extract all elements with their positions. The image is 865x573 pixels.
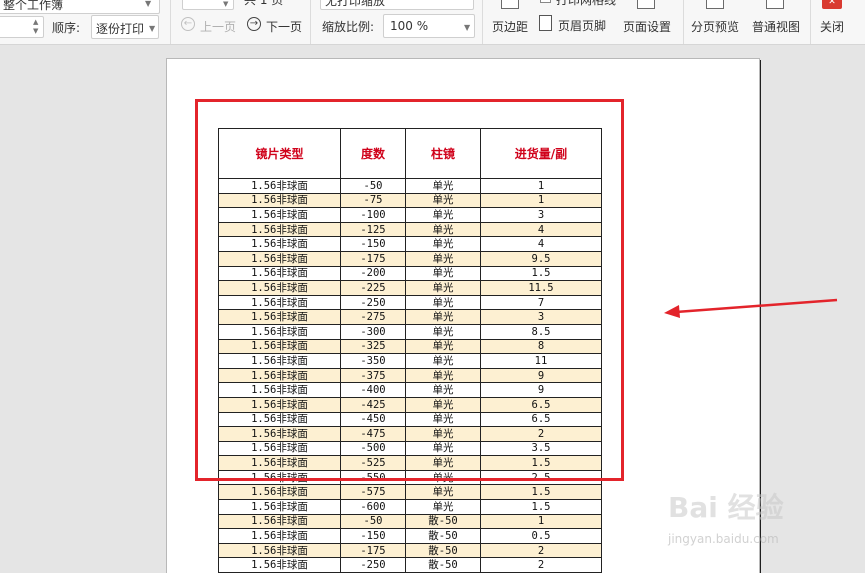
order-select[interactable]: 逐份打印 ▼	[91, 15, 159, 39]
order-label: 顺序:	[52, 21, 81, 35]
watermark-logo: Bai 经验	[668, 491, 784, 524]
page-break-preview-label: 分页预览	[691, 20, 740, 34]
cell-power: -175	[340, 542, 406, 559]
page-setup-icon	[637, 0, 655, 9]
cell-lens-type: 1.56非球面	[218, 528, 341, 544]
cell-quantity: 2	[480, 542, 602, 559]
cell-cylinder: 单光	[405, 484, 481, 501]
print-gridlines-label: 打印网格线	[556, 0, 617, 7]
close-label: 关闭	[820, 20, 845, 34]
order-value: 逐份打印	[96, 22, 145, 36]
checkbox-icon	[540, 0, 551, 3]
page-number-stepper[interactable]: ▼	[182, 0, 234, 10]
next-page-button[interactable]: 下一页	[266, 18, 302, 35]
watermark-url: jingyan.baidu.com	[668, 532, 779, 546]
toolbar-separator	[810, 0, 811, 44]
prev-page-icon[interactable]: ←	[181, 17, 195, 31]
page-setup-label: 页面设置	[623, 20, 672, 34]
header-footer-icon	[539, 15, 552, 31]
cell-cylinder: 散-50	[405, 557, 481, 573]
margins-icon	[501, 0, 519, 9]
toolbar-separator	[170, 0, 171, 44]
cell-power: -575	[340, 484, 406, 501]
table-row: 1.56非球面 -175 散-50 2	[218, 542, 602, 559]
toolbar-separator	[683, 0, 684, 44]
baidu-jingyan-watermark: Bai 经验 jingyan.baidu.com	[668, 486, 828, 566]
print-scope-value: 整个工作簿	[3, 0, 64, 12]
table-row: 1.56非球面 -150 散-50 0.5	[218, 528, 602, 544]
table-row: 1.56非球面 -600 单光 1.5	[218, 499, 602, 515]
cell-quantity: 1.5	[480, 499, 602, 515]
table-row: 1.56非球面 -250 散-50 2	[218, 557, 602, 573]
toolbar-separator	[310, 0, 311, 44]
table-row: 1.56非球面 -50 散-50 1	[218, 513, 602, 530]
close-icon: ✕	[822, 0, 842, 9]
cell-quantity: 0.5	[480, 528, 602, 544]
spin-up-icon[interactable]: ▲	[33, 18, 38, 27]
cell-cylinder: 散-50	[405, 513, 481, 530]
cell-quantity: 1	[480, 513, 602, 530]
cell-lens-type: 1.56非球面	[218, 513, 341, 530]
spin-down-icon[interactable]: ▼	[223, 0, 228, 9]
toolbar-separator	[482, 0, 483, 44]
print-scope-select[interactable]: 整个工作簿 ▼	[0, 0, 160, 14]
next-page-icon[interactable]: →	[247, 17, 261, 31]
cell-power: -150	[340, 528, 406, 544]
header-footer-label: 页眉页脚	[558, 19, 607, 33]
highlight-frame	[195, 99, 624, 481]
chevron-down-icon: ▼	[464, 23, 471, 32]
chevron-down-icon: ▼	[149, 24, 156, 33]
zoom-label: 缩放比例:	[322, 20, 375, 34]
print-preview-toolbar: 整个工作簿 ▼ ▲ ▼ 顺序: 逐份打印 ▼ ▼ 共 1 页 ← 上一页 → 下…	[0, 0, 865, 45]
cell-power: -50	[340, 513, 406, 530]
cell-lens-type: 1.56非球面	[218, 484, 341, 501]
cell-cylinder: 散-50	[405, 542, 481, 559]
page-break-preview-icon	[706, 0, 724, 9]
cell-power: -600	[340, 499, 406, 515]
margins-label: 页边距	[492, 20, 529, 34]
table-row: 1.56非球面 -575 单光 1.5	[218, 484, 602, 501]
zoom-value: 100 %	[390, 19, 429, 33]
cell-power: -250	[340, 557, 406, 573]
cell-lens-type: 1.56非球面	[218, 499, 341, 515]
spin-down-icon[interactable]: ▼	[33, 27, 38, 36]
normal-view-icon	[766, 0, 784, 9]
cell-cylinder: 单光	[405, 499, 481, 515]
scaling-value: 无打印缩放	[325, 0, 386, 8]
chevron-down-icon: ▼	[145, 0, 152, 8]
scaling-select[interactable]: 无打印缩放	[320, 0, 474, 10]
page-count-label: 共 1 页	[244, 0, 284, 7]
prev-page-button[interactable]: 上一页	[200, 18, 236, 35]
zoom-select[interactable]: 100 % ▼	[383, 14, 475, 38]
cell-cylinder: 散-50	[405, 528, 481, 544]
copies-stepper[interactable]: ▲ ▼	[0, 16, 44, 38]
cell-lens-type: 1.56非球面	[218, 542, 341, 559]
cell-quantity: 1.5	[480, 484, 602, 501]
cell-quantity: 2	[480, 557, 602, 573]
normal-view-label: 普通视图	[752, 20, 801, 34]
cell-lens-type: 1.56非球面	[218, 557, 341, 573]
